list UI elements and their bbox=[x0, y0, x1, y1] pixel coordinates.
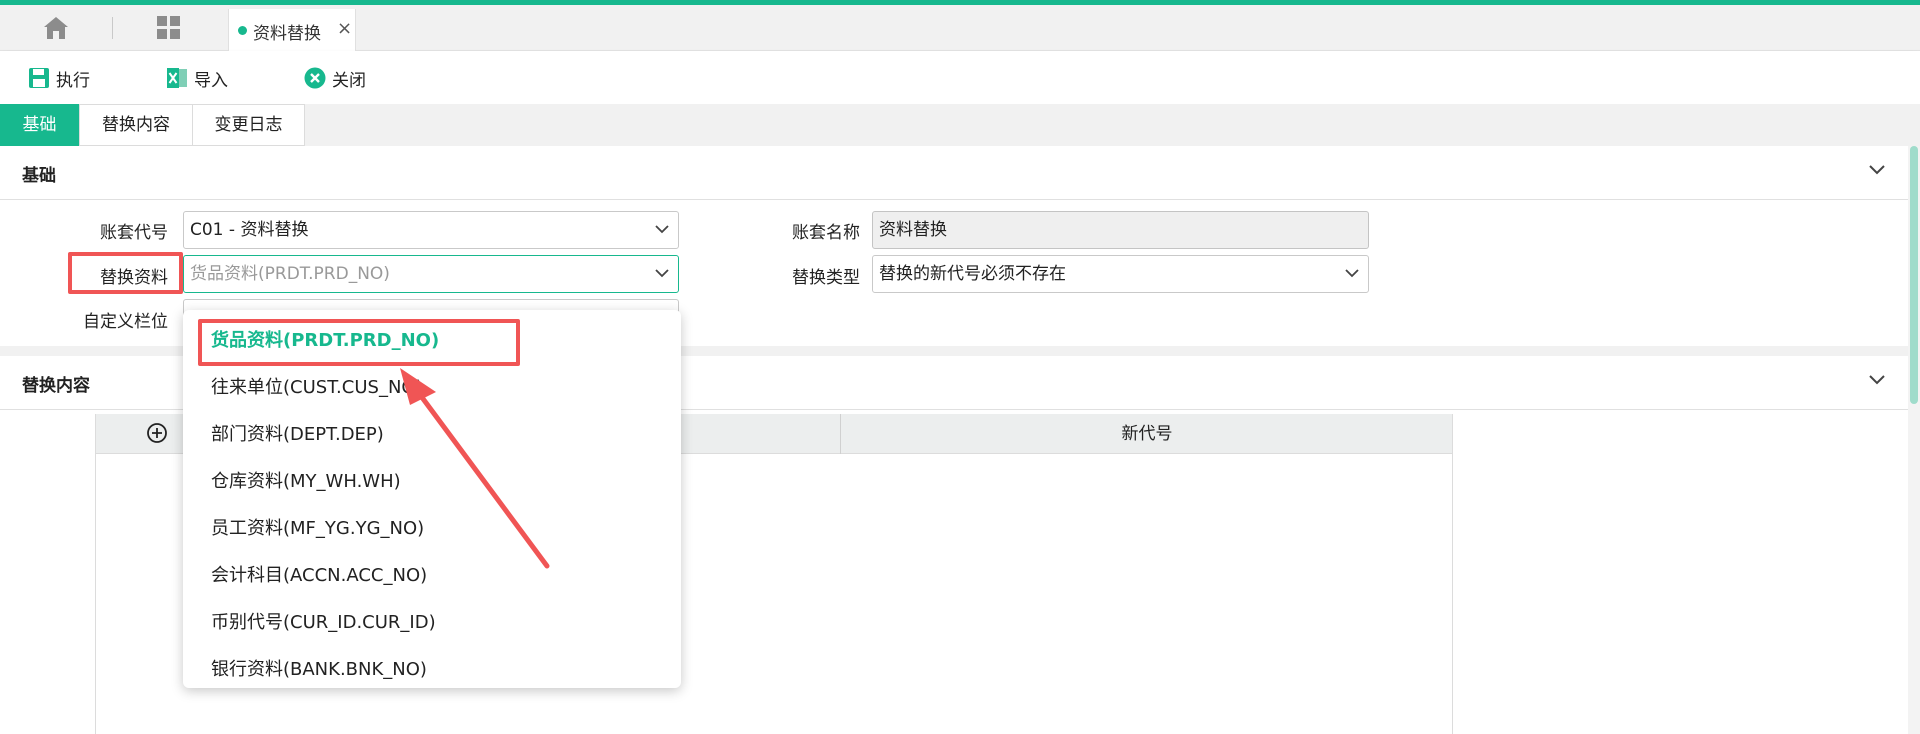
chevron-down-icon bbox=[655, 225, 669, 234]
tab-change-log[interactable]: 变更日志 bbox=[192, 104, 305, 146]
import-button[interactable]: 导入 bbox=[166, 64, 228, 92]
replace-type-value: 替换的新代号必须不存在 bbox=[879, 264, 1066, 284]
chevron-down-icon bbox=[1345, 269, 1359, 278]
dropdown-option-warehouse[interactable]: 仓库资料(MY_WH.WH) bbox=[183, 459, 681, 505]
replace-data-select[interactable]: 货品资料(PRDT.PRD_NO) bbox=[183, 255, 679, 293]
account-code-label: 账套代号 bbox=[100, 223, 168, 243]
replace-data-placeholder: 货品资料(PRDT.PRD_NO) bbox=[190, 264, 390, 284]
tab-data-replace[interactable]: 资料替换 × bbox=[228, 9, 356, 51]
column-header-new-code[interactable]: 新代号 bbox=[841, 414, 1453, 454]
account-code-select[interactable]: C01 - 资料替换 bbox=[183, 211, 679, 249]
basic-section-title: 基础 bbox=[22, 166, 56, 186]
replace-data-label: 替换资料 bbox=[100, 268, 168, 288]
dropdown-option-account[interactable]: 会计科目(ACCN.ACC_NO) bbox=[183, 553, 681, 599]
tab-strip: 资料替换 × bbox=[0, 5, 1920, 51]
close-circle-icon bbox=[304, 67, 326, 89]
close-label: 关闭 bbox=[332, 70, 366, 91]
close-button[interactable]: 关闭 bbox=[304, 64, 366, 92]
account-code-value: C01 - 资料替换 bbox=[190, 220, 309, 240]
tab-divider bbox=[112, 17, 113, 39]
account-name-field: 资料替换 bbox=[872, 211, 1369, 249]
tab-replace-content[interactable]: 替换内容 bbox=[79, 104, 193, 146]
save-icon bbox=[29, 68, 49, 88]
dropdown-option-currency[interactable]: 币别代号(CUR_ID.CUR_ID) bbox=[183, 600, 681, 646]
grid-icon[interactable] bbox=[156, 15, 182, 41]
custom-field-label: 自定义栏位 bbox=[83, 312, 168, 332]
import-label: 导入 bbox=[194, 70, 228, 91]
home-icon[interactable] bbox=[42, 15, 70, 41]
replace-type-select[interactable]: 替换的新代号必须不存在 bbox=[872, 255, 1369, 293]
dropdown-option-customer[interactable]: 往来单位(CUST.CUS_NO) bbox=[183, 365, 681, 411]
toolbar: 执行 导入 关闭 bbox=[0, 51, 1920, 104]
dropdown-option-employee[interactable]: 员工资料(MF_YG.YG_NO) bbox=[183, 506, 681, 552]
chevron-down-icon[interactable] bbox=[1868, 374, 1886, 386]
basic-section-header[interactable]: 基础 bbox=[0, 146, 1908, 200]
account-name-label: 账套名称 bbox=[792, 223, 860, 243]
chevron-down-icon bbox=[655, 269, 669, 278]
tab-label: 资料替换 bbox=[253, 24, 321, 44]
scrollbar-thumb[interactable] bbox=[1910, 146, 1918, 404]
replace-section-title: 替换内容 bbox=[22, 376, 90, 396]
close-icon[interactable]: × bbox=[337, 18, 352, 39]
replace-data-dropdown: 货品资料(PRDT.PRD_NO) 往来单位(CUST.CUS_NO) 部门资料… bbox=[183, 310, 681, 688]
chevron-down-icon[interactable] bbox=[1868, 164, 1886, 176]
execute-label: 执行 bbox=[56, 70, 90, 91]
account-name-value: 资料替换 bbox=[879, 220, 947, 240]
dropdown-option-department[interactable]: 部门资料(DEPT.DEP) bbox=[183, 412, 681, 458]
active-dot-icon bbox=[238, 26, 247, 35]
vertical-scrollbar[interactable] bbox=[1908, 146, 1920, 734]
execute-button[interactable]: 执行 bbox=[28, 64, 90, 92]
add-row-icon[interactable] bbox=[146, 422, 168, 444]
dropdown-option-bank[interactable]: 银行资料(BANK.BNK_NO) bbox=[183, 647, 681, 688]
tab-basic[interactable]: 基础 bbox=[0, 104, 79, 146]
sub-tab-bar: 基础 替换内容 变更日志 bbox=[0, 104, 1920, 146]
excel-icon bbox=[167, 68, 187, 88]
dropdown-option-product[interactable]: 货品资料(PRDT.PRD_NO) bbox=[183, 318, 681, 364]
replace-type-label: 替换类型 bbox=[792, 268, 860, 288]
